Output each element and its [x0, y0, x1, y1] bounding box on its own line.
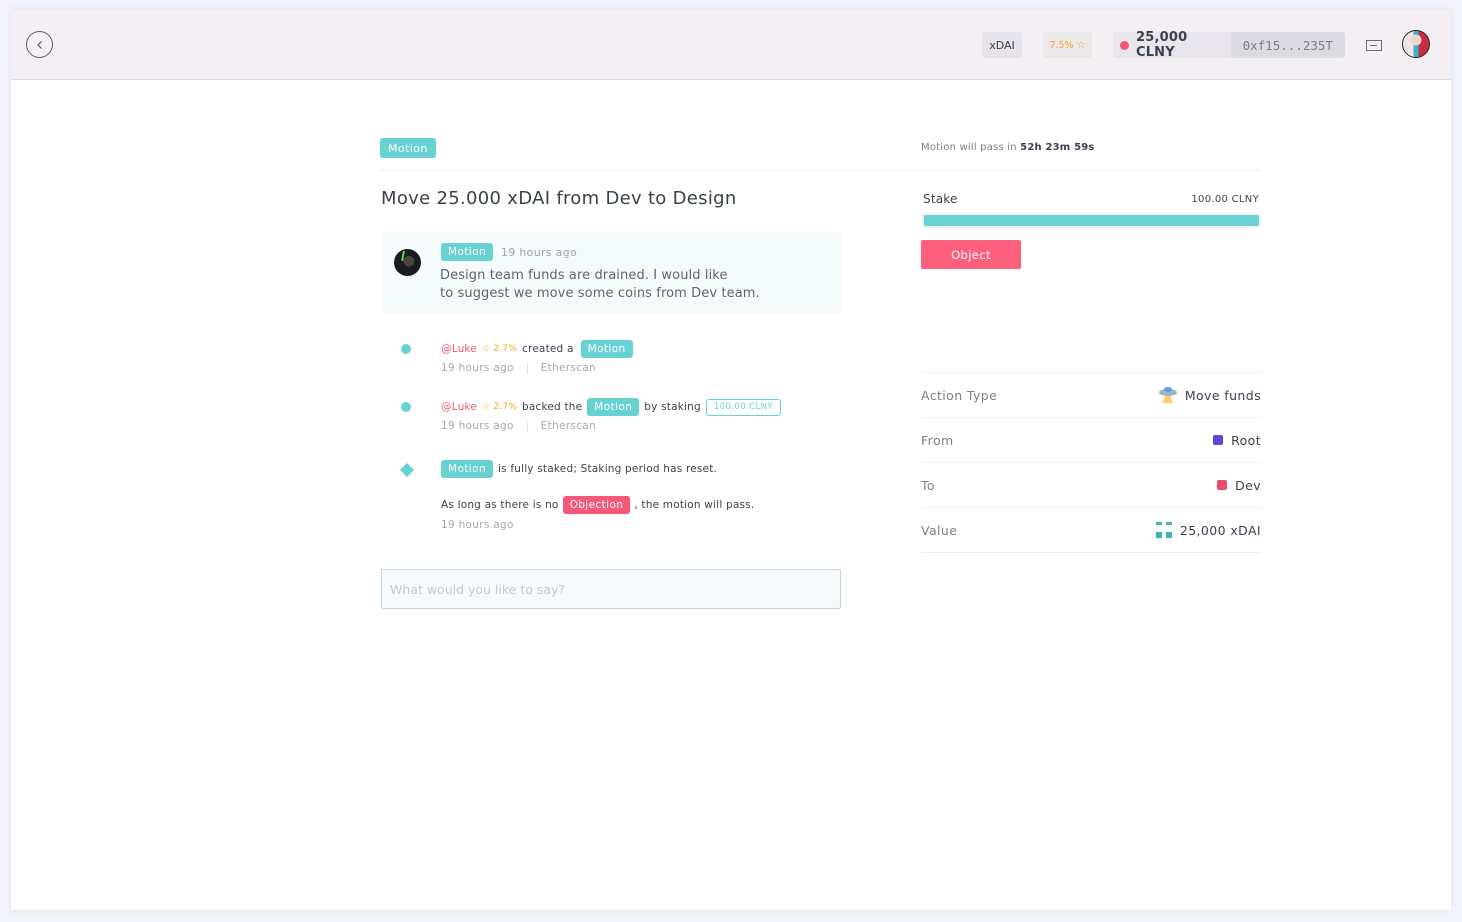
detail-row-from: From Root — [921, 418, 1261, 463]
event-time: 19 hours ago — [441, 362, 514, 374]
stake-progress-bar — [922, 213, 1261, 228]
top-bar: xDAI 7.5% ☆ 25,000 CLNY 0xf15...235T — [11, 10, 1451, 80]
event-text: @Luke ☆ 2.7% backed the Motion by stakin… — [441, 398, 781, 416]
user-link[interactable]: @Luke — [441, 343, 477, 355]
author-avatar[interactable] — [394, 249, 421, 276]
timeline-diamond-icon — [399, 462, 415, 478]
event-action: created a — [522, 343, 574, 355]
detail-value-text: Root — [1231, 432, 1261, 448]
motion-badge: Motion — [587, 398, 640, 416]
comment-input[interactable] — [381, 569, 841, 609]
detail-label: To — [921, 477, 935, 493]
wallet-widget[interactable]: 25,000 CLNY 0xf15...235T — [1113, 30, 1345, 60]
reputation-chip[interactable]: 7.5% ☆ — [1043, 32, 1092, 58]
event-action: by staking — [644, 401, 701, 413]
back-button[interactable] — [26, 31, 53, 58]
star-icon: ☆ — [482, 402, 491, 412]
objection-badge: Objection — [562, 496, 631, 514]
detail-value: Move funds — [1158, 387, 1261, 403]
token-icon — [1155, 522, 1172, 538]
motion-timer: Motion will pass in 52h 23m 59s — [921, 142, 1095, 153]
etherscan-link[interactable]: Etherscan — [541, 362, 596, 374]
detail-value: Root — [1213, 433, 1261, 448]
user-reputation: ☆ 2.7% — [482, 344, 517, 354]
timer-value: 52h 23m 59s — [1020, 142, 1095, 153]
comment-text-line: to suggest we move some coins from Dev t… — [440, 286, 760, 301]
event-text-body: is fully staked; Staking period has rese… — [498, 463, 718, 475]
detail-value-text: Move funds — [1184, 387, 1261, 403]
page-title: Move 25.000 xDAI from Dev to Design — [381, 188, 737, 209]
detail-value: Dev — [1217, 478, 1261, 493]
comment-text: Design team funds are drained. I would l… — [440, 267, 760, 303]
wallet-balance: 25,000 CLNY — [1135, 30, 1188, 60]
comment-time: 19 hours ago — [501, 245, 577, 259]
timer-prefix: Motion will pass in — [921, 142, 1017, 153]
motion-details: Action Type Move funds From Root To Dev … — [921, 372, 1261, 553]
event-meta: 19 hours ago Etherscan — [441, 362, 596, 374]
divider — [380, 170, 1260, 171]
event-meta: 19 hours ago Etherscan — [441, 420, 596, 432]
event-time: 19 hours ago — [441, 519, 514, 531]
event-text-pre: As long as there is no — [441, 499, 559, 511]
motion-badge: Motion — [441, 460, 493, 478]
domain-color-swatch — [1213, 435, 1224, 445]
event-text: As long as there is no Objection , the m… — [441, 496, 754, 514]
user-link[interactable]: @Luke — [441, 401, 477, 413]
star-icon: ☆ — [1076, 39, 1086, 51]
detail-row-value: Value 25,000 xDAI — [921, 508, 1261, 553]
motion-badge: Motion — [580, 340, 633, 358]
stake-label: Stake — [923, 192, 958, 206]
motion-description-card: Motion 19 hours ago Design team funds ar… — [381, 232, 841, 313]
detail-row-action-type: Action Type Move funds — [921, 373, 1261, 418]
star-icon: ☆ — [482, 344, 491, 354]
timeline-dot-icon — [401, 402, 411, 412]
etherscan-link[interactable]: Etherscan — [541, 420, 596, 432]
user-avatar[interactable] — [1402, 30, 1430, 58]
wallet-status-dot — [1120, 40, 1129, 50]
stake-progress-fill — [924, 215, 1259, 226]
reputation-value: 2.7% — [493, 402, 518, 412]
event-time: 19 hours ago — [441, 420, 514, 432]
object-button[interactable]: Object — [921, 240, 1021, 269]
event-meta: 19 hours ago — [441, 519, 514, 531]
event-text: @Luke ☆ 2.7% created a Motion — [441, 340, 633, 358]
chevron-left-icon — [36, 40, 42, 49]
detail-value: 25,000 xDAI — [1155, 522, 1261, 538]
comment-header: Motion 19 hours ago — [441, 243, 577, 261]
comment-text-line: Design team funds are drained. I would l… — [440, 268, 728, 283]
detail-row-to: To Dev — [921, 463, 1261, 508]
detail-label: From — [921, 432, 954, 448]
event-action: backed the — [522, 401, 583, 413]
reputation-value: 7.5% — [1049, 39, 1074, 51]
network-chip[interactable]: xDAI — [982, 32, 1022, 58]
timeline-dot-icon — [401, 344, 411, 354]
network-label: xDAI — [989, 38, 1015, 52]
motion-badge: Motion — [380, 138, 436, 158]
detail-label: Action Type — [921, 387, 998, 403]
event-text-post: , the motion will pass. — [634, 499, 755, 511]
separator — [526, 362, 528, 374]
reputation-value: 2.7% — [493, 344, 518, 354]
detail-value-text: 25,000 xDAI — [1179, 522, 1261, 538]
separator — [526, 420, 528, 432]
detail-value-text: Dev — [1235, 477, 1261, 493]
stake-amount-badge: 100.00 CLNY — [705, 398, 781, 416]
user-reputation: ☆ 2.7% — [482, 402, 517, 412]
stake-amount: 100.00 CLNY — [1191, 194, 1259, 205]
wallet-address[interactable]: 0xf15...235T — [1230, 32, 1345, 58]
domain-color-swatch — [1217, 480, 1228, 490]
motion-badge: Motion — [441, 243, 493, 261]
detail-label: Value — [921, 522, 958, 538]
ufo-icon — [1158, 387, 1177, 403]
event-text: Motion is fully staked; Staking period h… — [441, 460, 717, 478]
app-window: xDAI 7.5% ☆ 25,000 CLNY 0xf15...235T Mot… — [11, 10, 1451, 910]
inbox-icon[interactable] — [1366, 40, 1382, 51]
